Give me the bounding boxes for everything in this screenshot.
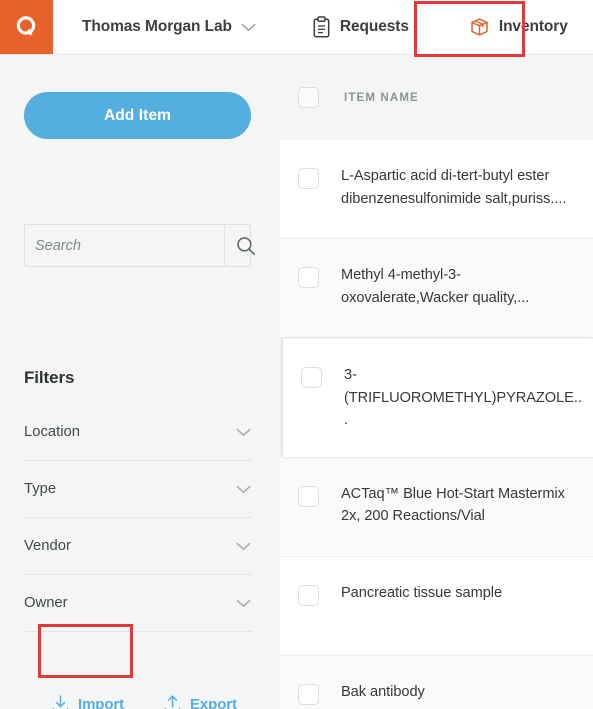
clipboard-icon xyxy=(313,16,330,38)
quartzy-q-logo-icon xyxy=(16,16,35,36)
filter-location-label: Location xyxy=(24,424,80,440)
select-all-checkbox[interactable] xyxy=(298,87,319,108)
chevron-down-icon xyxy=(236,485,251,493)
tab-requests-label: Requests xyxy=(339,18,409,35)
table-row[interactable]: 3-(TRIFLUOROMETHYL)PYRAZOLE... xyxy=(283,338,593,458)
table-row[interactable]: L-Aspartic acid di-tert-butyl ester dibe… xyxy=(280,140,593,239)
search-button[interactable] xyxy=(224,225,267,266)
column-header-item-name: ITEM NAME xyxy=(344,91,419,104)
row-checkbox[interactable] xyxy=(298,267,319,288)
inventory-table: ITEM NAME L-Aspartic acid di-tert-butyl … xyxy=(275,55,593,709)
import-button[interactable]: Import xyxy=(52,695,124,709)
item-name: 3-(TRIFLUOROMETHYL)PYRAZOLE... xyxy=(344,367,582,429)
row-checkbox[interactable] xyxy=(298,168,319,189)
app-logo[interactable] xyxy=(0,0,53,54)
table-header-row: ITEM NAME xyxy=(275,55,593,140)
filters-heading: Filters xyxy=(24,368,75,387)
row-checkbox[interactable] xyxy=(301,367,322,388)
item-name: Pancreatic tissue sample xyxy=(341,584,503,601)
tab-requests[interactable]: Requests xyxy=(313,16,409,38)
table-body: L-Aspartic acid di-tert-butyl ester dibe… xyxy=(275,140,593,709)
tab-inventory[interactable]: Inventory xyxy=(470,17,568,37)
lab-name-label: Thomas Morgan Lab xyxy=(82,18,232,35)
filters-list: Location Type Vendor Owner xyxy=(24,404,251,632)
add-item-button[interactable]: Add Item xyxy=(24,92,251,139)
row-checkbox[interactable] xyxy=(298,485,319,507)
item-name: Bak antibody xyxy=(341,683,425,700)
download-arrow-icon xyxy=(52,695,69,709)
chevron-down-icon xyxy=(236,428,251,436)
search-input[interactable] xyxy=(25,225,224,266)
filter-type-label: Type xyxy=(24,481,57,497)
sidebar: Add Item Filters Location Type xyxy=(0,55,275,709)
row-checkbox[interactable] xyxy=(298,584,319,606)
export-label: Export xyxy=(190,695,237,709)
filter-owner[interactable]: Owner xyxy=(24,575,251,632)
tab-inventory-label: Inventory xyxy=(498,18,568,35)
item-name: L-Aspartic acid di-tert-butyl ester dibe… xyxy=(341,168,567,207)
main-nav: Thomas Morgan Lab Requests Inventory xyxy=(53,0,593,54)
filter-owner-label: Owner xyxy=(24,595,68,611)
chevron-down-icon xyxy=(241,23,256,31)
inventory-page: Thomas Morgan Lab Requests Inventory Add… xyxy=(0,0,593,709)
table-row[interactable]: Methyl 4-methyl-3-oxovalerate,Wacker qua… xyxy=(280,239,593,338)
filter-type[interactable]: Type xyxy=(24,461,251,518)
search-icon xyxy=(237,236,255,255)
search-box[interactable] xyxy=(24,224,255,267)
app-header: Thomas Morgan Lab Requests Inventory xyxy=(0,0,593,55)
filter-vendor-label: Vendor xyxy=(24,538,71,554)
chevron-down-icon xyxy=(236,542,251,550)
table-row[interactable]: Bak antibody xyxy=(280,655,593,709)
lab-switcher[interactable]: Thomas Morgan Lab xyxy=(82,18,256,36)
table-row[interactable]: ACTaq™ Blue Hot-Start Mastermix 2x, 200 … xyxy=(280,457,593,557)
import-label: Import xyxy=(78,695,125,709)
table-row[interactable]: Pancreatic tissue sample xyxy=(280,556,593,656)
filter-location[interactable]: Location xyxy=(24,404,251,461)
row-checkbox[interactable] xyxy=(298,683,319,705)
item-name: ACTaq™ Blue Hot-Start Mastermix 2x, 200 … xyxy=(341,485,565,525)
item-name: Methyl 4-methyl-3-oxovalerate,Wacker qua… xyxy=(341,267,530,306)
box-icon xyxy=(471,18,488,36)
filter-vendor[interactable]: Vendor xyxy=(24,518,251,575)
export-button[interactable]: Export xyxy=(164,695,237,709)
upload-arrow-icon xyxy=(164,695,181,709)
chevron-down-icon xyxy=(236,599,251,607)
